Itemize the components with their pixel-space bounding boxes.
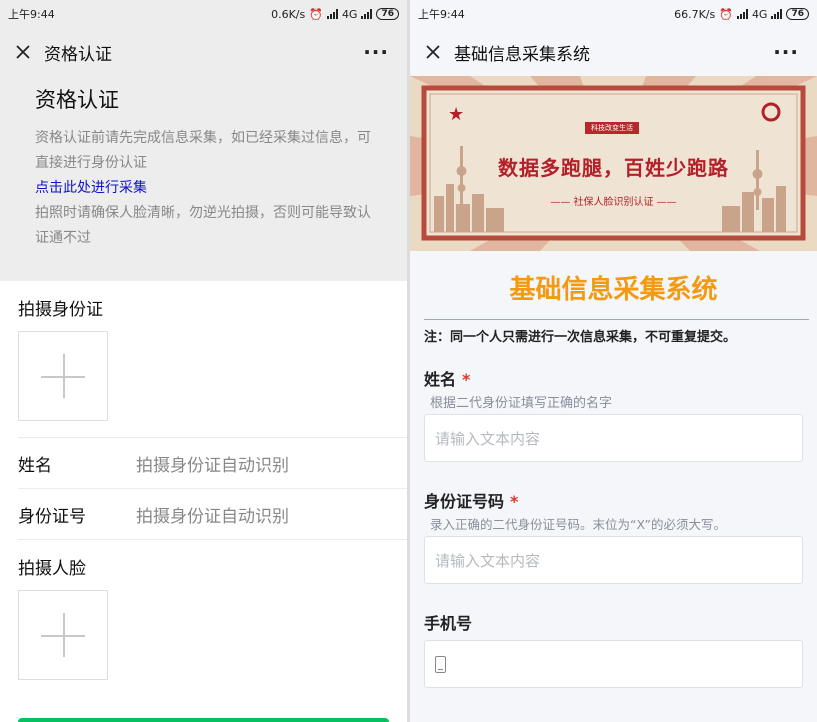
close-icon[interactable] [422, 41, 444, 63]
network-type: 4G [751, 7, 768, 21]
collect-link[interactable]: 点击此处进行采集 [35, 176, 377, 201]
nav-title: 资格认证 [44, 44, 112, 65]
network-speed: 0.6K/s [271, 7, 306, 21]
name-row: 姓名 拍摄身份证自动识别 [18, 437, 407, 488]
status-bar: 上午9:44 0.6K/s ⏰ 4G 76 [0, 0, 407, 28]
close-icon[interactable] [12, 41, 34, 63]
alarm-icon: ⏰ [309, 7, 323, 21]
battery-icon: 76 [786, 8, 809, 20]
battery-icon: 76 [376, 8, 399, 20]
phone-input[interactable] [424, 640, 803, 688]
intro-text: 资格认证前请先完成信息采集，如已经采集过信息，可直接进行身份认证 [35, 130, 371, 171]
id-field: 身份证号码 * 录入正确的二代身份证号码。末位为“X”的必须大写。 请输入文本内容 [410, 488, 817, 584]
mobile-phone-icon [435, 655, 446, 673]
nav-bar: 基础信息采集系统 ··· [410, 28, 817, 76]
left-screen: 上午9:44 0.6K/s ⏰ 4G 76 资格认证 ··· 资格认证 资格认证… [0, 0, 407, 722]
signal-icon-2 [361, 9, 373, 19]
id-row: 身份证号 拍摄身份证自动识别 [18, 488, 407, 539]
nav-bar: 资格认证 ··· [0, 28, 407, 76]
svg-text:★: ★ [448, 104, 464, 125]
name-hint: 根据二代身份证填写正确的名字 [430, 396, 613, 411]
banner-slogan: 数据多跑腿，百姓少跑路 [498, 156, 729, 180]
id-photo-upload[interactable] [18, 331, 108, 421]
name-field: 姓名 * 根据二代身份证填写正确的名字 请输入文本内容 [410, 366, 817, 462]
network-speed: 66.7K/s [674, 7, 716, 21]
photo-tip: 拍照时请确保人脸清晰，勿逆光拍摄，否则可能导致认证通不过 [35, 205, 371, 246]
intro-section: 资格认证 资格认证前请先完成信息采集，如已经采集过信息，可直接进行身份认证 点击… [0, 76, 407, 281]
status-bar: 上午9:44 66.7K/s ⏰ 4G 76 [410, 0, 817, 28]
signal-icon [326, 9, 338, 19]
signal-icon-2 [771, 9, 783, 19]
submit-button[interactable] [18, 718, 389, 722]
id-label: 身份证号码 [424, 492, 505, 511]
banner-image: ★ 科技改变生活 数据多跑腿，百姓少跑路 —— 社保人脸识别认证 —— [410, 76, 817, 251]
id-value: 拍摄身份证自动识别 [136, 506, 289, 527]
banner-subtitle: —— 社保人脸识别认证 —— [550, 197, 677, 208]
id-photo-label: 拍摄身份证 [18, 300, 103, 320]
required-mark: * [462, 370, 471, 389]
id-label: 身份证号 [18, 506, 86, 527]
alarm-icon: ⏰ [719, 7, 733, 21]
auth-form: 拍摄身份证 姓名 拍摄身份证自动识别 身份证号 拍摄身份证自动识别 拍摄人脸 [0, 281, 407, 722]
banner-tag: 科技改变生活 [585, 122, 639, 134]
id-hint: 录入正确的二代身份证号码。末位为“X”的必须大写。 [430, 517, 727, 532]
signal-icon [736, 9, 748, 19]
id-input[interactable]: 请输入文本内容 [424, 536, 803, 584]
right-screen: 上午9:44 66.7K/s ⏰ 4G 76 基础信息采集系统 ··· ★ 科技… [410, 0, 817, 722]
face-photo-label: 拍摄人脸 [18, 559, 86, 579]
face-photo-upload[interactable] [18, 590, 108, 680]
name-label: 姓名 [424, 370, 457, 389]
more-icon[interactable]: ··· [773, 40, 805, 64]
page-title: 基础信息采集系统 [509, 275, 718, 305]
name-input[interactable]: 请输入文本内容 [424, 414, 803, 462]
more-icon[interactable]: ··· [363, 40, 395, 64]
phone-label: 手机号 [424, 614, 473, 633]
network-type: 4G [341, 7, 358, 21]
required-mark: * [510, 492, 519, 511]
status-time: 上午9:44 [8, 8, 55, 21]
name-label: 姓名 [18, 455, 52, 476]
notice-text: 注：同一个人只需进行一次信息采集，不可重复提交。 [424, 330, 737, 345]
nav-title: 基础信息采集系统 [454, 44, 590, 65]
name-value: 拍摄身份证自动识别 [136, 455, 289, 476]
phone-field: 手机号 [410, 610, 817, 688]
status-time: 上午9:44 [418, 8, 465, 21]
page-heading: 资格认证 [35, 88, 119, 112]
